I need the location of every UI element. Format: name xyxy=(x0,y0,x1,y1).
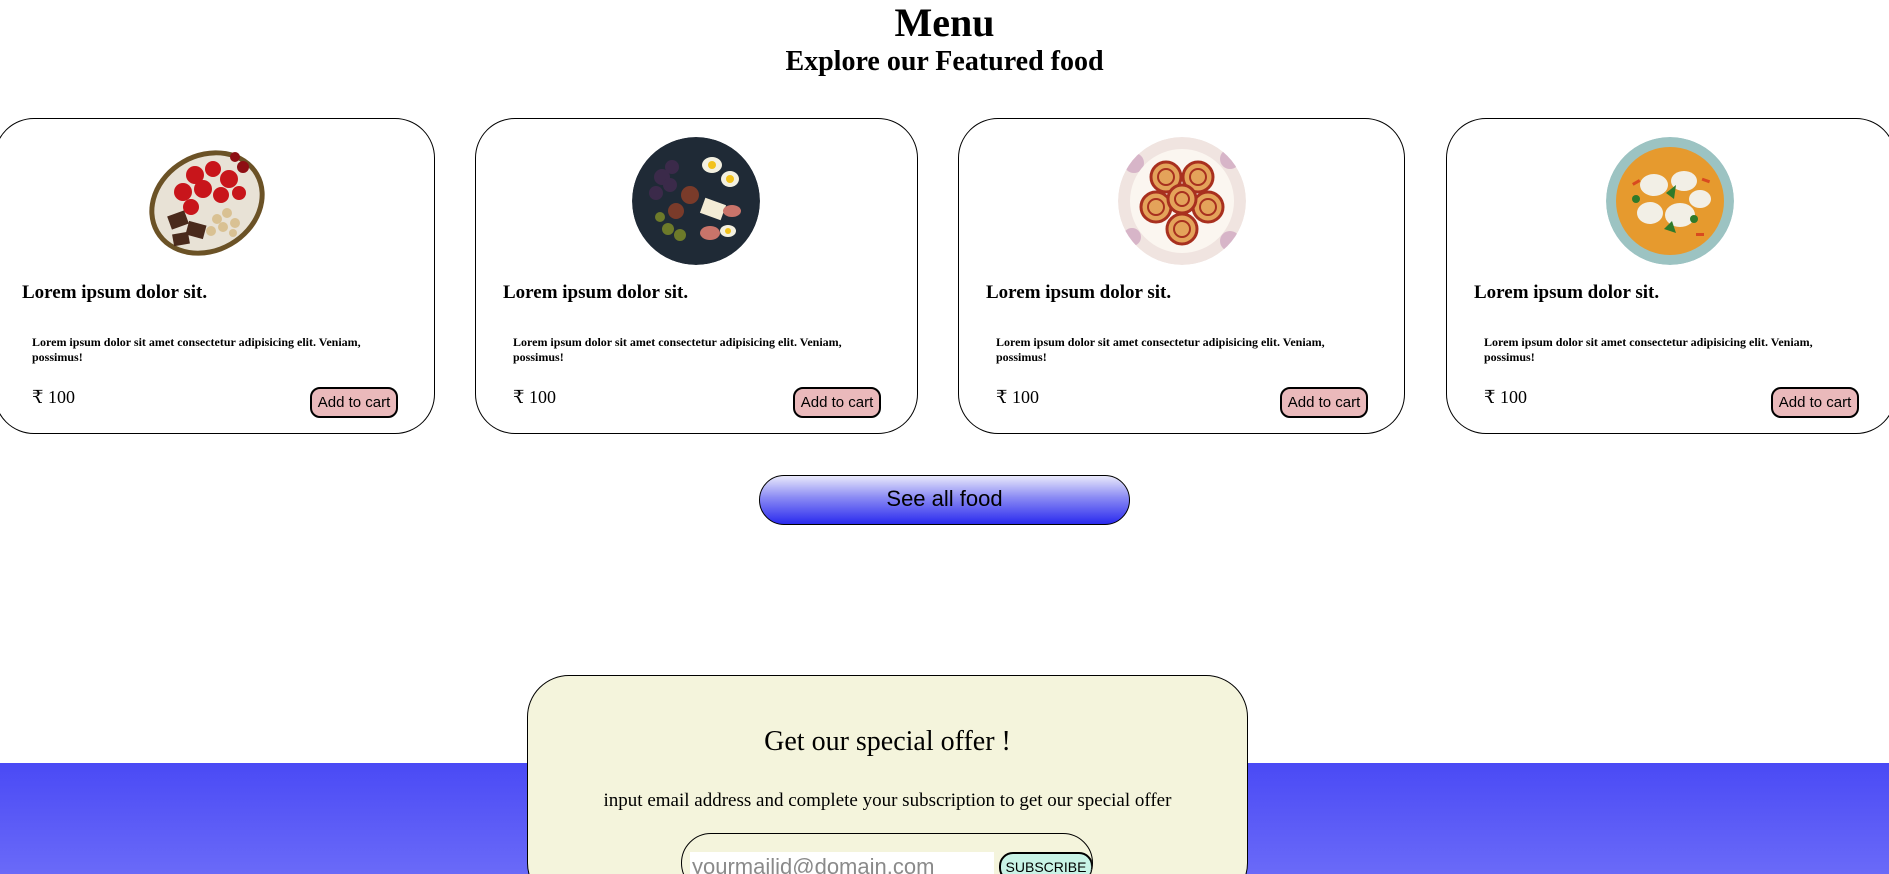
card-price: ₹ 100 xyxy=(1484,387,1527,407)
menu-title: Menu xyxy=(894,0,995,45)
card-description: Lorem ipsum dolor sit amet consectetur a… xyxy=(513,335,842,364)
food-card: Lorem ipsum dolor sit. Lorem ipsum dolor… xyxy=(958,118,1405,434)
add-to-cart-button[interactable]: Add to cart xyxy=(1280,387,1368,418)
food-card: Lorem ipsum dolor sit. Lorem ipsum dolor… xyxy=(0,118,435,434)
card-description: Lorem ipsum dolor sit amet consectetur a… xyxy=(996,335,1325,364)
card-title: Lorem ipsum dolor sit. xyxy=(1474,282,1660,303)
card-description: Lorem ipsum dolor sit amet consectetur a… xyxy=(1484,335,1813,364)
offer-description: input email address and complete your su… xyxy=(603,790,1172,811)
food-card: Lorem ipsum dolor sit. Lorem ipsum dolor… xyxy=(475,118,918,434)
subscribe-form: SUBSCRIBE xyxy=(681,833,1093,874)
card-title: Lorem ipsum dolor sit. xyxy=(503,282,689,303)
food-image-swiss-roll xyxy=(1118,137,1246,265)
offer-title: Get our special offer ! xyxy=(764,726,1011,757)
food-image-platter xyxy=(632,137,760,265)
add-to-cart-button[interactable]: Add to cart xyxy=(793,387,881,418)
subscribe-button[interactable]: SUBSCRIBE xyxy=(999,852,1092,874)
page: Menu Explore our Featured food Lorem ips… xyxy=(0,0,1889,874)
card-description: Lorem ipsum dolor sit amet consectetur a… xyxy=(32,335,361,364)
special-offer-box: Get our special offer ! input email addr… xyxy=(527,675,1248,874)
email-input[interactable] xyxy=(690,852,994,874)
card-title: Lorem ipsum dolor sit. xyxy=(986,282,1172,303)
see-all-food-button[interactable]: See all food xyxy=(759,475,1130,525)
food-image-dumpling-soup xyxy=(1606,137,1734,265)
card-title: Lorem ipsum dolor sit. xyxy=(22,282,208,303)
card-price: ₹ 100 xyxy=(32,387,75,407)
card-price: ₹ 100 xyxy=(996,387,1039,407)
food-card: Lorem ipsum dolor sit. Lorem ipsum dolor… xyxy=(1446,118,1889,434)
menu-subtitle: Explore our Featured food xyxy=(785,46,1104,77)
food-image-strawberries xyxy=(143,137,271,265)
add-to-cart-button[interactable]: Add to cart xyxy=(310,387,398,418)
add-to-cart-button[interactable]: Add to cart xyxy=(1771,387,1859,418)
card-price: ₹ 100 xyxy=(513,387,556,407)
